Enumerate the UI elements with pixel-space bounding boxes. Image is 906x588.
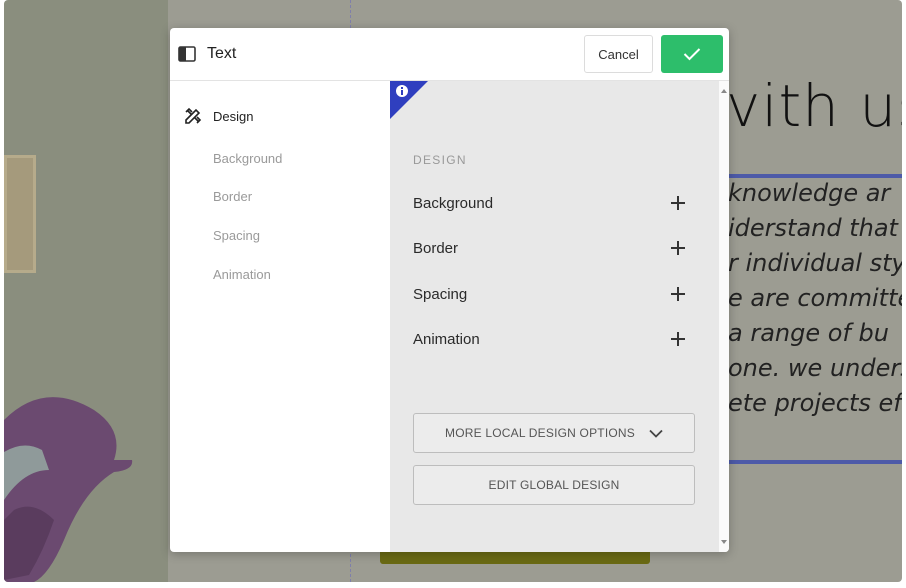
checkmark-icon xyxy=(683,48,701,61)
background-line: r individual sty xyxy=(728,249,902,277)
modal-header: Text Cancel xyxy=(170,28,729,81)
edit-global-design-button[interactable]: EDIT GLOBAL DESIGN xyxy=(413,465,695,505)
wall-picture xyxy=(4,155,36,273)
plus-icon[interactable] xyxy=(671,241,685,255)
modal-title: Text xyxy=(207,45,237,62)
sidebar-item-border[interactable]: Border xyxy=(213,189,252,204)
chair-image xyxy=(4,397,133,582)
background-line: one. we unders xyxy=(728,354,902,382)
sidebar-item-animation[interactable]: Animation xyxy=(213,267,271,282)
plus-icon[interactable] xyxy=(671,332,685,346)
scrollbar[interactable] xyxy=(719,81,729,552)
design-row-animation[interactable]: Animation xyxy=(413,327,685,351)
background-line: knowledge ar xyxy=(728,179,891,207)
scroll-down-arrow-icon[interactable] xyxy=(721,540,727,544)
sidebar-item-design[interactable]: Design xyxy=(183,106,253,126)
more-local-design-options-button[interactable]: MORE LOCAL DESIGN OPTIONS xyxy=(413,413,695,453)
background-heading: vith us xyxy=(726,72,902,140)
section-label: DESIGN xyxy=(413,153,467,167)
plus-icon[interactable] xyxy=(671,287,685,301)
sidebar-item-label: Design xyxy=(213,108,254,124)
design-row-background[interactable]: Background xyxy=(413,191,685,215)
cancel-button[interactable]: Cancel xyxy=(584,35,653,73)
design-row-spacing[interactable]: Spacing xyxy=(413,282,685,306)
background-rule-bottom xyxy=(728,460,902,464)
background-paragraph: knowledge ar iderstand that r individual… xyxy=(728,176,902,421)
row-label: Border xyxy=(413,239,459,257)
design-tools-icon xyxy=(185,107,202,124)
design-panel: DESIGN Background Border Spacing Animati… xyxy=(390,81,719,552)
sidebar-item-spacing[interactable]: Spacing xyxy=(213,228,260,243)
row-label: Animation xyxy=(413,330,480,348)
panel-icon xyxy=(178,46,196,62)
info-icon[interactable] xyxy=(390,81,428,119)
background-line: ete projects eff xyxy=(728,389,902,417)
confirm-button[interactable] xyxy=(661,35,723,73)
background-line: a range of bu xyxy=(728,319,889,347)
sidebar-item-background[interactable]: Background xyxy=(213,151,282,166)
button-label: MORE LOCAL DESIGN OPTIONS xyxy=(445,426,635,440)
text-settings-modal: Text Cancel Design Background Border Spa… xyxy=(170,28,729,552)
plus-icon[interactable] xyxy=(671,196,685,210)
scroll-up-arrow-icon[interactable] xyxy=(721,89,727,93)
background-line: e are committe xyxy=(728,284,902,312)
row-label: Spacing xyxy=(413,285,468,303)
design-row-border[interactable]: Border xyxy=(413,236,685,260)
row-label: Background xyxy=(413,194,494,212)
sidebar: Design Background Border Spacing Animati… xyxy=(170,81,390,552)
chevron-down-icon xyxy=(649,429,663,438)
background-line: iderstand that xyxy=(728,214,898,242)
